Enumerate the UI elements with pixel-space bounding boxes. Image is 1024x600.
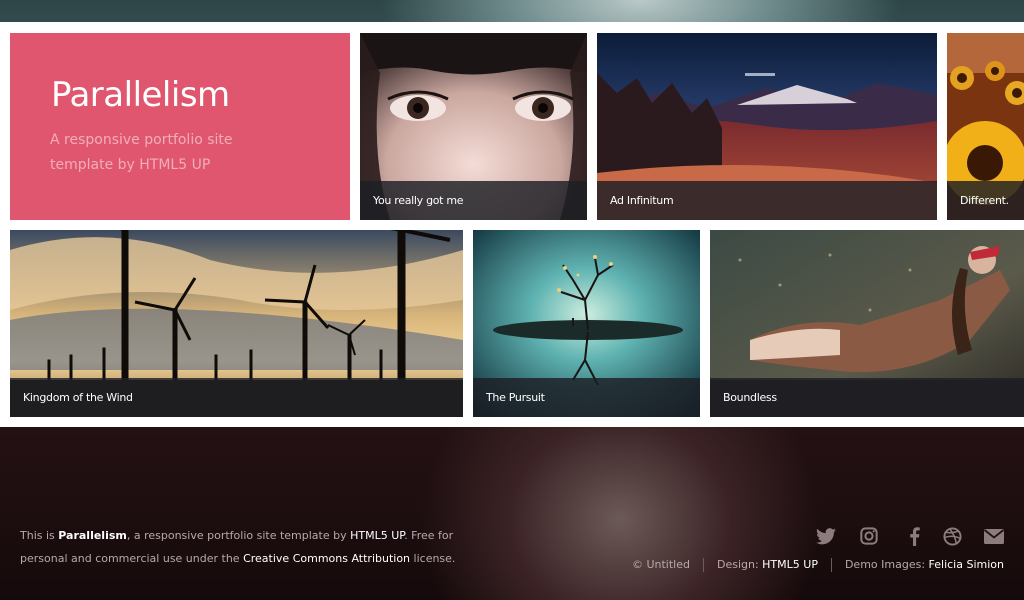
thumbnail-caption: You really got me bbox=[360, 181, 587, 220]
thumbnail-ad-infinitum[interactable]: Ad Infinitum bbox=[597, 33, 937, 220]
footer-credits: © Untitled Design: HTML5 UP Demo Images:… bbox=[632, 558, 1004, 572]
twitter-icon[interactable] bbox=[794, 525, 836, 547]
facebook-icon[interactable] bbox=[878, 525, 920, 547]
footer-text: This is bbox=[20, 529, 59, 542]
thumbnail-boundless[interactable]: Boundless bbox=[710, 230, 1024, 417]
thumbnail-caption: Boundless bbox=[710, 378, 1024, 417]
design-label: Design: bbox=[716, 558, 759, 571]
thumbnail-you-really-got-me[interactable]: You really got me bbox=[360, 33, 587, 220]
thumbnail-caption: Different. bbox=[947, 181, 1024, 220]
thumbnail-caption: Kingdom of the Wind bbox=[10, 378, 463, 417]
images-label: Demo Images: bbox=[844, 558, 926, 571]
instagram-icon[interactable] bbox=[836, 525, 878, 547]
design-link[interactable]: HTML5 UP bbox=[762, 558, 818, 572]
thumbnail-kingdom-of-the-wind[interactable]: Kingdom of the Wind bbox=[10, 230, 463, 417]
images-link[interactable]: Felicia Simion bbox=[929, 558, 1004, 572]
divider bbox=[830, 558, 832, 572]
footer-site-name: Parallelism bbox=[58, 529, 127, 542]
footer: This is Parallelism, a responsive portfo… bbox=[0, 427, 1024, 600]
copyright: © Untitled bbox=[631, 558, 690, 571]
footer-description: This is Parallelism, a responsive portfo… bbox=[20, 524, 470, 570]
envelope-icon[interactable] bbox=[962, 525, 1004, 547]
divider bbox=[702, 558, 704, 572]
site-subtitle: A responsive portfolio site template by … bbox=[50, 132, 233, 173]
footer-text: license. bbox=[410, 552, 456, 565]
thumbnail-caption: The Pursuit bbox=[473, 378, 700, 417]
dribbble-icon[interactable] bbox=[920, 525, 962, 547]
site-title: Parallelism bbox=[51, 75, 230, 115]
portfolio-reel[interactable]: Parallelism A responsive portfolio site … bbox=[0, 22, 1024, 427]
author-link[interactable]: HTML5 UP bbox=[350, 529, 404, 542]
license-link[interactable]: Creative Commons Attribution bbox=[243, 552, 410, 565]
intro-card: Parallelism A responsive portfolio site … bbox=[10, 33, 350, 220]
thumbnail-different[interactable]: Different. bbox=[947, 33, 1024, 220]
thumbnail-the-pursuit[interactable]: The Pursuit bbox=[473, 230, 700, 417]
footer-text: , a responsive portfolio site template b… bbox=[126, 529, 351, 542]
social-icons bbox=[794, 525, 1004, 547]
thumbnail-caption: Ad Infinitum bbox=[597, 181, 937, 220]
